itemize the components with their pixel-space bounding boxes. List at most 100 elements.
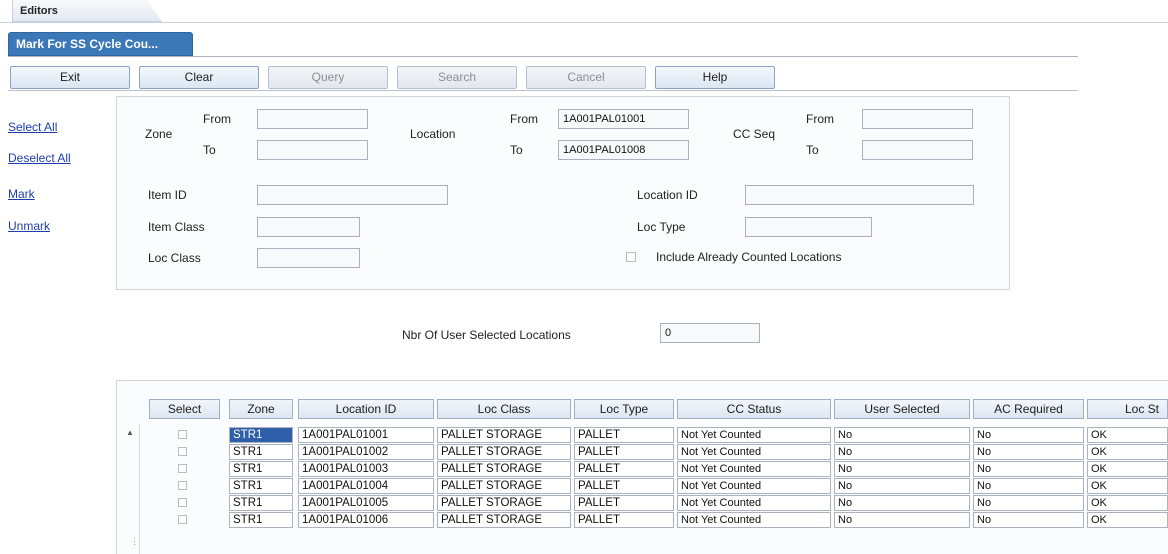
cell-loc-type[interactable]: PALLET <box>574 461 674 477</box>
column-header-user-selected[interactable]: User Selected <box>834 399 970 419</box>
item-class-input[interactable] <box>257 217 360 237</box>
cell-ac-required[interactable]: No <box>973 478 1084 494</box>
form-tab-mark-ss-cycle-count[interactable]: Mark For SS Cycle Cou... <box>8 32 193 56</box>
cell-loc-status[interactable]: OK <box>1087 461 1168 477</box>
column-header-location-id[interactable]: Location ID <box>298 399 434 419</box>
location-to-input[interactable]: 1A001PAL01008 <box>558 140 689 160</box>
form-tab-divider <box>8 56 1078 57</box>
location-from-input[interactable]: 1A001PAL01001 <box>558 109 689 129</box>
item-id-input[interactable] <box>257 185 448 205</box>
column-header-select[interactable]: Select <box>149 399 220 419</box>
cell-location-id[interactable]: 1A001PAL01003 <box>298 461 434 477</box>
include-counted-checkbox[interactable] <box>626 252 636 262</box>
row-select-checkbox[interactable] <box>178 447 187 456</box>
location-label: Location <box>410 127 456 141</box>
row-select-checkbox[interactable] <box>178 481 187 490</box>
cell-ac-required[interactable]: No <box>973 495 1084 511</box>
cell-location-id[interactable]: 1A001PAL01002 <box>298 444 434 460</box>
nbr-selected-field: 0 <box>660 323 760 343</box>
row-select-checkbox[interactable] <box>178 430 187 439</box>
cell-loc-class[interactable]: PALLET STORAGE <box>437 478 571 494</box>
zone-to-input[interactable] <box>257 140 368 160</box>
cell-location-id[interactable]: 1A001PAL01001 <box>298 427 434 443</box>
cell-loc-status[interactable]: OK <box>1087 495 1168 511</box>
zone-to-label: To <box>203 143 216 157</box>
cell-zone[interactable]: STR1 <box>229 427 293 443</box>
cell-user-selected[interactable]: No <box>834 461 970 477</box>
column-header-loc-type[interactable]: Loc Type <box>574 399 674 419</box>
location-to-label: To <box>510 143 523 157</box>
deselect-all-link[interactable]: Deselect All <box>8 151 71 165</box>
loc-type-input[interactable] <box>745 217 872 237</box>
unmark-link[interactable]: Unmark <box>8 219 50 233</box>
cell-cc-status[interactable]: Not Yet Counted <box>677 427 831 443</box>
location-from-label: From <box>510 112 538 126</box>
cell-loc-class[interactable]: PALLET STORAGE <box>437 461 571 477</box>
mark-link[interactable]: Mark <box>8 187 35 201</box>
cell-loc-status[interactable]: OK <box>1087 444 1168 460</box>
grid-scrollbar[interactable] <box>120 424 140 554</box>
column-header-zone[interactable]: Zone <box>229 399 293 419</box>
ccseq-from-input[interactable] <box>862 109 973 129</box>
scroll-up-arrow-icon[interactable]: ▲ <box>126 428 134 437</box>
row-select-checkbox[interactable] <box>178 498 187 507</box>
cell-loc-type[interactable]: PALLET <box>574 478 674 494</box>
cell-ac-required[interactable]: No <box>973 512 1084 528</box>
help-button[interactable]: Help <box>655 66 775 89</box>
cell-loc-type[interactable]: PALLET <box>574 512 674 528</box>
cell-location-id[interactable]: 1A001PAL01005 <box>298 495 434 511</box>
cell-ac-required[interactable]: No <box>973 444 1084 460</box>
cell-cc-status[interactable]: Not Yet Counted <box>677 444 831 460</box>
cell-zone[interactable]: STR1 <box>229 444 293 460</box>
ccseq-to-input[interactable] <box>862 140 973 160</box>
loc-class-input[interactable] <box>257 248 360 268</box>
cell-location-id[interactable]: 1A001PAL01006 <box>298 512 434 528</box>
cell-loc-class[interactable]: PALLET STORAGE <box>437 444 571 460</box>
clear-button[interactable]: Clear <box>139 66 259 89</box>
column-header-ac-required[interactable]: AC Required <box>973 399 1084 419</box>
cell-cc-status[interactable]: Not Yet Counted <box>677 512 831 528</box>
cell-zone[interactable]: STR1 <box>229 461 293 477</box>
column-header-loc-status[interactable]: Loc St <box>1087 399 1168 419</box>
cell-cc-status[interactable]: Not Yet Counted <box>677 478 831 494</box>
query-button[interactable]: Query <box>268 66 388 89</box>
row-select-checkbox[interactable] <box>178 515 187 524</box>
cell-zone[interactable]: STR1 <box>229 478 293 494</box>
cell-loc-type[interactable]: PALLET <box>574 495 674 511</box>
row-select-checkbox[interactable] <box>178 464 187 473</box>
cell-loc-class[interactable]: PALLET STORAGE <box>437 427 571 443</box>
cell-loc-class[interactable]: PALLET STORAGE <box>437 495 571 511</box>
location-id-input[interactable] <box>745 185 974 205</box>
zone-label: Zone <box>145 127 173 141</box>
cell-user-selected[interactable]: No <box>834 478 970 494</box>
cell-ac-required[interactable]: No <box>973 427 1084 443</box>
cell-cc-status[interactable]: Not Yet Counted <box>677 495 831 511</box>
cell-loc-type[interactable]: PALLET <box>574 427 674 443</box>
cell-zone[interactable]: STR1 <box>229 495 293 511</box>
cell-user-selected[interactable]: No <box>834 427 970 443</box>
cell-loc-status[interactable]: OK <box>1087 512 1168 528</box>
cell-ac-required[interactable]: No <box>973 461 1084 477</box>
cancel-button[interactable]: Cancel <box>526 66 646 89</box>
cell-location-id[interactable]: 1A001PAL01004 <box>298 478 434 494</box>
search-button[interactable]: Search <box>397 66 517 89</box>
cell-cc-status[interactable]: Not Yet Counted <box>677 461 831 477</box>
editors-tab-label: Editors <box>20 5 58 17</box>
cell-zone[interactable]: STR1 <box>229 512 293 528</box>
resize-grip-icon[interactable]: ⋮ <box>130 536 139 547</box>
select-all-link[interactable]: Select All <box>8 120 57 134</box>
cell-loc-status[interactable]: OK <box>1087 427 1168 443</box>
exit-button[interactable]: Exit <box>10 66 130 89</box>
cell-loc-status[interactable]: OK <box>1087 478 1168 494</box>
column-header-cc-status[interactable]: CC Status <box>677 399 831 419</box>
editors-strip <box>0 0 1168 22</box>
column-header-loc-class[interactable]: Loc Class <box>437 399 571 419</box>
zone-from-input[interactable] <box>257 109 368 129</box>
cell-user-selected[interactable]: No <box>834 444 970 460</box>
cell-user-selected[interactable]: No <box>834 495 970 511</box>
cell-loc-class[interactable]: PALLET STORAGE <box>437 512 571 528</box>
item-id-label: Item ID <box>148 188 187 202</box>
cell-loc-type[interactable]: PALLET <box>574 444 674 460</box>
cell-user-selected[interactable]: No <box>834 512 970 528</box>
ccseq-from-label: From <box>806 112 834 126</box>
